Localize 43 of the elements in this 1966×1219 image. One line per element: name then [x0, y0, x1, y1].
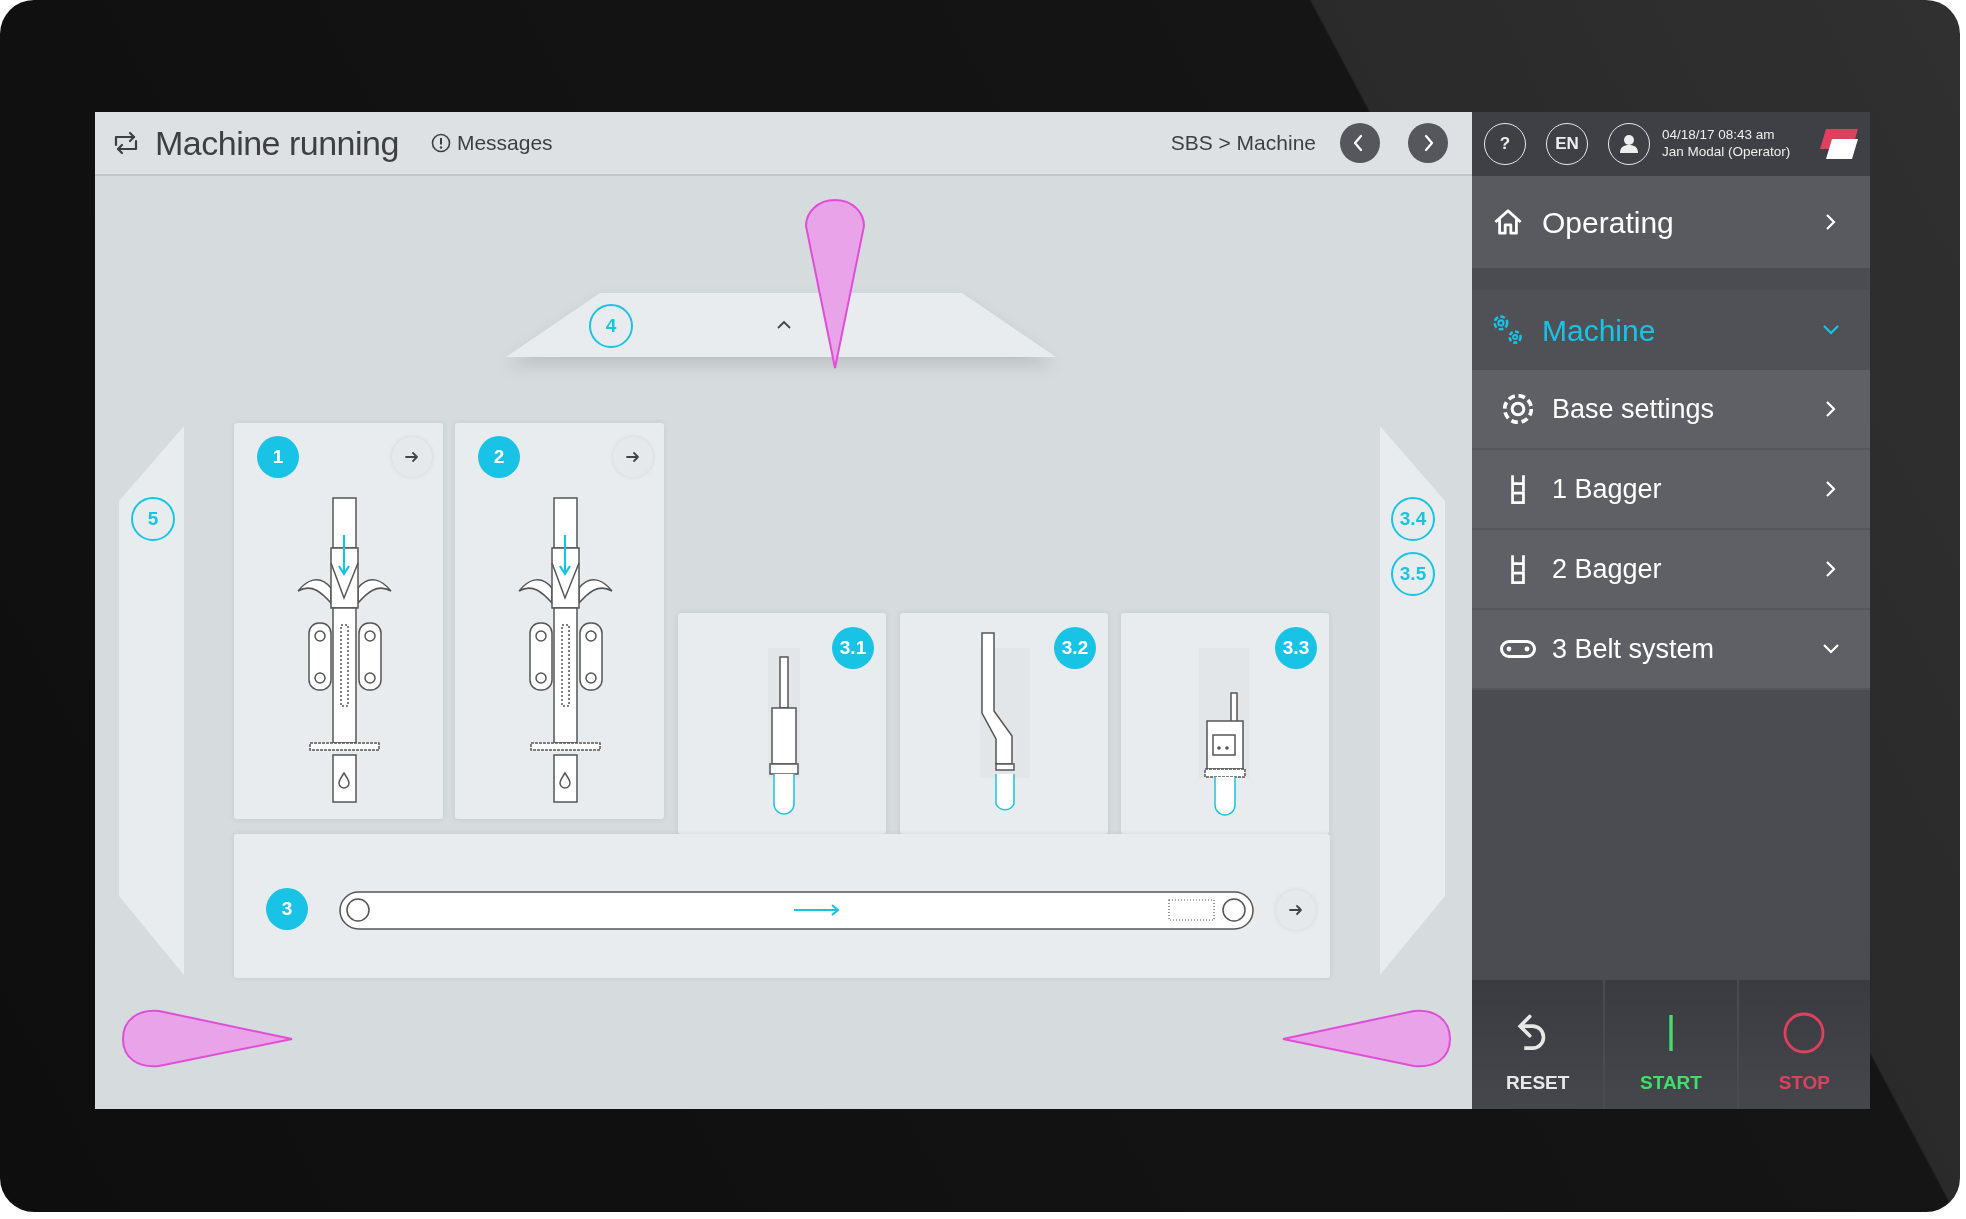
forward-button[interactable] — [392, 437, 432, 477]
forward-button[interactable] — [613, 437, 653, 477]
status-title: Machine running — [155, 122, 399, 164]
menu-item[interactable]: Machine — [1472, 290, 1870, 370]
station-number: 3.5 — [1391, 552, 1435, 596]
station-number: 1 — [257, 436, 299, 478]
user-icon — [1618, 133, 1640, 155]
menu-item[interactable]: Base settings — [1472, 370, 1870, 450]
station-number: 5 — [131, 497, 175, 541]
next-button[interactable] — [1408, 123, 1448, 163]
date-time: 04/18/17 08:43 am — [1662, 127, 1776, 144]
arrow-right-icon — [1289, 904, 1303, 916]
conveyor-belt-icon — [1500, 640, 1536, 658]
settings-icon — [1503, 394, 1533, 424]
menu-item[interactable]: 3 Belt system — [1472, 610, 1870, 690]
menu-item[interactable]: 2 Bagger — [1472, 530, 1870, 610]
bagger-icon — [1510, 474, 1526, 504]
menu-item[interactable]: Operating — [1472, 176, 1870, 268]
station-number: 3 — [266, 888, 308, 930]
station-number: 3.1 — [832, 627, 874, 669]
messages-link[interactable]: Messages — [430, 127, 553, 159]
chevron-right-icon — [1422, 134, 1434, 152]
station-number: 3.4 — [1391, 497, 1435, 541]
station-number: 4 — [589, 304, 633, 348]
arrow-right-icon — [626, 451, 640, 463]
breadcrumb: SBS > Machine — [1170, 130, 1316, 157]
logo-icon — [1818, 127, 1858, 161]
bagger-icon — [1510, 554, 1526, 584]
start-button[interactable]: START — [1605, 980, 1739, 1109]
stop-circle-icon — [1782, 1010, 1827, 1055]
arrow-right-icon — [405, 451, 419, 463]
station-number: 3.3 — [1275, 627, 1317, 669]
station-number: 2 — [478, 436, 520, 478]
gears-icon — [1493, 315, 1523, 345]
forward-button[interactable] — [1276, 890, 1316, 930]
user-name: Jan Modal (Operator) — [1662, 144, 1791, 161]
reset-button[interactable]: RESET — [1472, 980, 1606, 1109]
caret-icon — [776, 320, 792, 330]
previous-button[interactable] — [1340, 123, 1380, 163]
station-number: 3.2 — [1054, 627, 1096, 669]
home-icon — [1494, 208, 1522, 236]
alert-icon — [430, 133, 451, 153]
menu-item[interactable]: 1 Bagger — [1472, 450, 1870, 530]
